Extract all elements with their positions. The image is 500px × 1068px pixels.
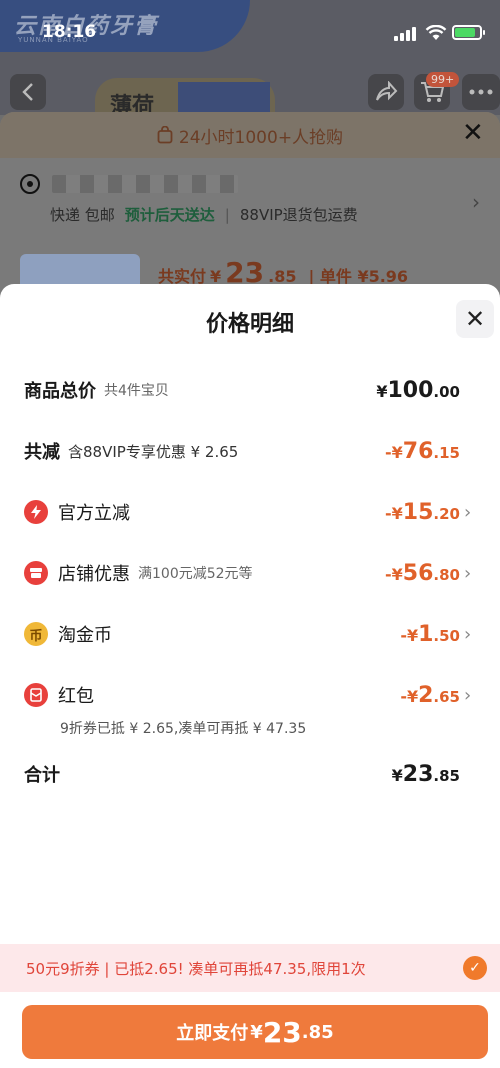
flash-sale-bar: 24小时1000+人抢购 <box>0 112 500 158</box>
value-integer: 76 <box>402 438 434 464</box>
chevron-right-icon: › <box>464 623 472 645</box>
product-thumbnail <box>20 254 140 288</box>
shipping-method: 快递 包邮 <box>50 206 115 224</box>
value-integer: 15 <box>402 499 434 525</box>
row-label: 商品总价 <box>24 381 96 402</box>
value-decimal: .50 <box>433 626 460 645</box>
row-value: -¥ 1.50 <box>400 622 460 647</box>
value-integer: 23 <box>402 761 434 787</box>
red-packet-note: 9折券已抵 ¥ 2.65,凑单可再抵 ¥ 47.35 <box>60 721 307 737</box>
row-sub: 含88VIP专享优惠 ¥ 2.65 <box>68 442 239 461</box>
row-value: -¥ 76.15 <box>385 439 460 464</box>
row-label: 合计 <box>24 765 60 786</box>
row-total-discount: 共减 含88VIP专享优惠 ¥ 2.65 -¥ 76.15 <box>24 435 476 467</box>
shopping-bag-icon <box>157 126 173 144</box>
row-label: 共减 <box>24 442 60 463</box>
value-currency: -¥ <box>385 564 403 584</box>
red-packet-icon <box>24 683 48 707</box>
row-value: -¥ 15.20 <box>385 500 460 525</box>
pay-integer: 23 <box>262 1015 302 1049</box>
shipping-eta: 预计后天送达 <box>124 206 215 224</box>
row-red-packet[interactable]: 红包 -¥ 2.65 › <box>24 679 476 711</box>
value-integer: 1 <box>418 621 434 647</box>
row-value: -¥ 2.65 <box>400 683 460 708</box>
shipping-info: 快递 包邮 预计后天送达 | 88VIP退货包运费 <box>50 204 358 225</box>
chevron-right-icon: › <box>464 562 472 584</box>
value-integer: 56 <box>402 560 434 586</box>
value-integer: 2 <box>418 682 434 708</box>
pay-currency: ¥ <box>250 1021 263 1043</box>
cart-count-badge: 99+ <box>426 72 460 87</box>
status-bar: 18:16 <box>0 0 500 52</box>
chevron-left-icon <box>22 83 33 101</box>
row-label: 红包 <box>58 686 94 707</box>
value-decimal: .20 <box>433 504 460 523</box>
chevron-right-icon: › <box>464 684 472 706</box>
battery-icon <box>452 25 485 40</box>
pay-decimal: .85 <box>301 1021 334 1043</box>
coin-icon: 币 <box>24 622 48 646</box>
pay-label: 立即支付 <box>176 1023 249 1044</box>
value-decimal: .00 <box>433 382 460 401</box>
lightning-icon <box>24 500 48 524</box>
modal-close-button[interactable]: ✕ <box>456 300 494 338</box>
row-label: 店铺优惠 <box>58 564 130 585</box>
shop-icon <box>24 561 48 585</box>
divider: | <box>224 205 230 224</box>
cellular-signal-icon <box>394 27 416 41</box>
row-shop-discount[interactable]: 店铺优惠 满100元减52元等 -¥ 56.80 › <box>24 557 476 589</box>
value-currency: ¥ <box>391 765 403 785</box>
shipping-vip-note: 88VIP退货包运费 <box>239 206 358 224</box>
row-taojinbi[interactable]: 币 淘金币 -¥ 1.50 › <box>24 618 476 650</box>
value-currency: -¥ <box>400 625 419 645</box>
location-icon <box>20 174 40 194</box>
row-value: ¥23.85 <box>392 762 460 787</box>
flash-sale-text: 24小时1000+人抢购 <box>178 127 344 148</box>
row-label: 官方立减 <box>58 503 130 524</box>
more-dots-icon <box>469 89 493 95</box>
more-button[interactable] <box>462 74 500 110</box>
row-sub: 共4件宝贝 <box>104 383 169 399</box>
back-button[interactable] <box>10 74 46 110</box>
modal-title: 价格明细 <box>205 312 294 337</box>
sheet-close-icon[interactable]: ✕ <box>462 118 484 148</box>
chevron-right-icon: › <box>464 501 472 523</box>
row-subtotal: 商品总价 共4件宝贝 ¥100.00 <box>24 374 476 406</box>
coupon-text: 50元9折券 | 已抵2.65! 凑单可再抵47.35,限用1次 <box>26 959 366 978</box>
row-value: ¥100.00 <box>376 378 460 403</box>
value-decimal: .85 <box>433 766 460 785</box>
row-label: 淘金币 <box>58 625 112 646</box>
value-decimal: .65 <box>433 687 460 706</box>
share-icon <box>376 81 398 101</box>
value-currency: -¥ <box>400 686 419 706</box>
coupon-bar[interactable]: 50元9折券 | 已抵2.65! 凑单可再抵47.35,限用1次 <box>0 944 500 992</box>
address-redacted[interactable] <box>52 175 238 193</box>
value-decimal: .15 <box>433 443 460 462</box>
value-integer: 100 <box>387 377 434 403</box>
checkmark-icon[interactable]: ✓ <box>463 956 487 980</box>
share-button[interactable] <box>368 74 404 110</box>
value-decimal: .80 <box>433 565 460 584</box>
value-currency: -¥ <box>385 442 403 462</box>
row-official-discount[interactable]: 官方立减 -¥ 15.20 › <box>24 496 476 528</box>
status-time: 18:16 <box>42 22 97 42</box>
close-icon: ✕ <box>464 305 486 333</box>
wifi-icon <box>425 25 447 40</box>
row-value: -¥ 56.80 <box>385 561 460 586</box>
chevron-right-icon[interactable]: › <box>472 190 480 214</box>
value-currency: -¥ <box>385 503 403 523</box>
value-currency: ¥ <box>376 381 388 401</box>
pay-now-button[interactable]: 立即支付 ¥ 23 .85 <box>22 1005 488 1059</box>
row-total: 合计 ¥23.85 <box>24 758 476 790</box>
row-sub: 满100元减52元等 <box>138 566 253 582</box>
